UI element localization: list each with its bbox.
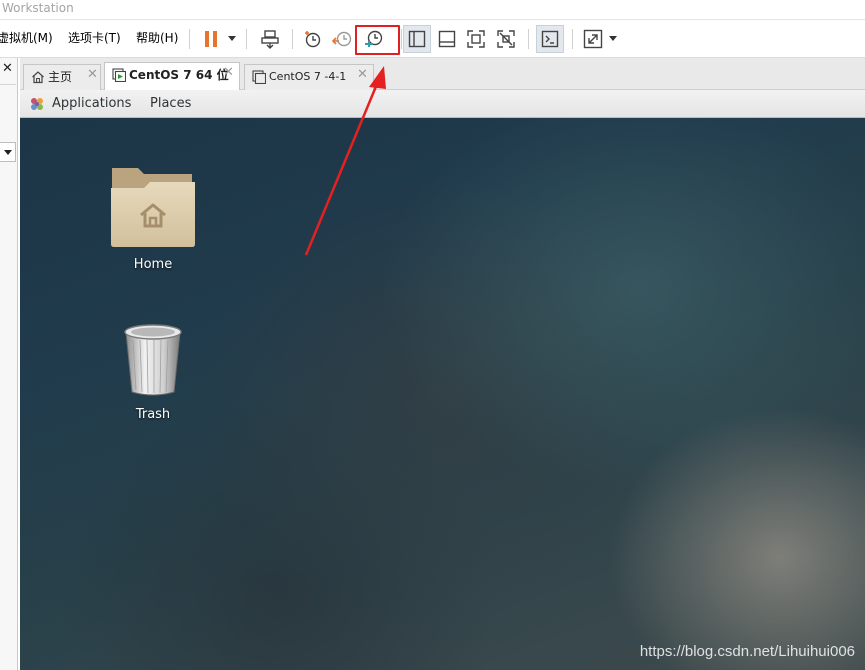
close-icon[interactable]: ✕ <box>223 66 234 80</box>
applications-icon <box>31 98 43 110</box>
toolbar-separator <box>528 29 529 49</box>
gnome-top-panel: Applications Places <box>20 90 865 118</box>
title-bar: Workstation <box>0 0 865 20</box>
console-icon <box>541 30 559 48</box>
send-ctrl-alt-del-button[interactable] <box>256 25 284 53</box>
toolbar-separator <box>292 29 293 49</box>
desktop-icon-label: Home <box>133 257 173 272</box>
tab-centos-7-4-1[interactable]: CentOS 7 -4-1 ✕ <box>244 64 374 90</box>
menu-help[interactable]: 帮助(H) <box>136 30 178 46</box>
fullscreen-icon <box>467 30 485 48</box>
guest-desktop[interactable]: Home Trash https://blog.csdn.net/Lihuihu… <box>20 118 865 670</box>
home-icon <box>32 71 44 84</box>
power-dropdown-caret[interactable] <box>228 36 236 41</box>
menu-vm[interactable]: 虚拟机(M) <box>0 30 53 46</box>
take-snapshot-button[interactable] <box>298 25 326 53</box>
desktop-icon-label: Trash <box>135 407 171 422</box>
thumbnail-bar-button[interactable] <box>433 25 461 53</box>
chevron-down-icon <box>4 150 12 155</box>
menu-tabs[interactable]: 选项卡(T) <box>68 30 121 46</box>
toolbar-separator <box>401 29 402 49</box>
console-view-button[interactable] <box>536 25 564 53</box>
snapshot-revert-icon <box>332 31 352 47</box>
snapshot-take-icon <box>305 31 321 48</box>
pause-button[interactable] <box>197 25 225 53</box>
tab-label: CentOS 7 -4-1 <box>269 70 347 83</box>
tab-label: 主页 <box>48 70 73 84</box>
fullscreen-button[interactable] <box>462 25 490 53</box>
revert-snapshot-button[interactable] <box>328 25 356 53</box>
thumbnail-bar-icon <box>438 30 456 48</box>
close-icon[interactable]: ✕ <box>2 62 13 76</box>
toolbar-separator <box>572 29 573 49</box>
annotation-highlight-box <box>355 25 400 55</box>
close-icon[interactable]: ✕ <box>87 68 98 82</box>
stretch-dropdown-caret[interactable] <box>609 36 617 41</box>
vm-running-icon <box>112 68 126 82</box>
pause-icon <box>205 31 217 47</box>
places-menu[interactable]: Places <box>150 96 191 112</box>
desktop-icon-home[interactable]: Home <box>98 160 208 280</box>
toolbar-separator <box>189 29 190 49</box>
stretch-icon <box>583 29 603 49</box>
library-view-button[interactable] <box>403 25 431 53</box>
send-ctrl-alt-del-icon <box>261 30 279 49</box>
unity-button[interactable] <box>492 25 520 53</box>
stretch-guest-button[interactable] <box>579 25 607 53</box>
trash-icon <box>124 324 182 396</box>
close-icon[interactable]: ✕ <box>357 68 368 82</box>
home-folder-icon <box>111 168 195 247</box>
tab-home[interactable]: 主页 ✕ <box>23 64 101 90</box>
tab-label: CentOS 7 64 位 <box>129 68 229 82</box>
library-panel: ✕ <box>0 58 18 670</box>
panel-divider <box>0 84 16 85</box>
library-view-icon <box>408 30 426 48</box>
toolbar-separator <box>246 29 247 49</box>
unity-icon <box>497 30 515 48</box>
applications-menu[interactable]: Applications <box>52 96 131 112</box>
vmware-workstation-window: Workstation 虚拟机(M) 选项卡(T) 帮助(H) ✕ 主页 ✕ C… <box>0 0 865 670</box>
watermark-text: https://blog.csdn.net/Lihuihui006 <box>639 643 855 660</box>
tab-centos-7-64[interactable]: CentOS 7 64 位 ✕ <box>104 62 240 90</box>
library-search-dropdown[interactable] <box>0 142 16 162</box>
vm-icon <box>252 70 266 84</box>
toolbar: 虚拟机(M) 选项卡(T) 帮助(H) <box>0 20 865 58</box>
desktop-icon-trash[interactable]: Trash <box>98 318 208 428</box>
tab-strip: 主页 ✕ CentOS 7 64 位 ✕ CentOS 7 -4-1 ✕ <box>20 58 865 90</box>
window-title: Workstation <box>2 1 74 15</box>
